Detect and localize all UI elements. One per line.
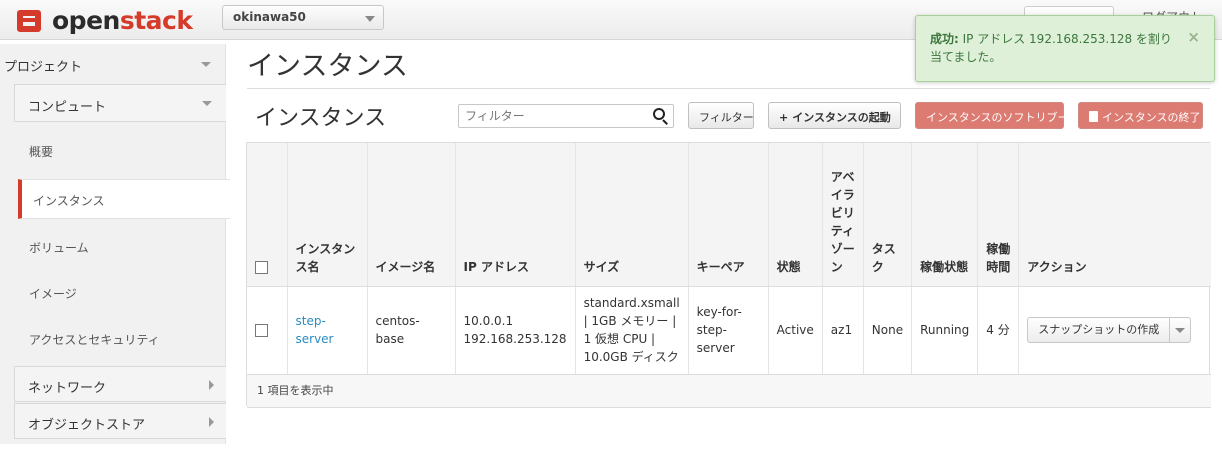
sidebar-item-volumes[interactable]: ボリューム: [14, 227, 226, 267]
sidebar-item-images[interactable]: イメージ: [14, 273, 226, 313]
sidebar-compute-label: コンピュート: [28, 100, 107, 115]
chevron-down-icon: [202, 101, 212, 106]
column-header-size[interactable]: サイズ: [575, 143, 689, 287]
filter-input[interactable]: [458, 104, 674, 128]
project-selector-label: okinawa50: [233, 10, 306, 24]
launch-instance-button[interactable]: + インスタンスの起動: [768, 102, 901, 129]
sidebar-item-label: イメージ: [29, 287, 77, 301]
sidebar: プロジェクト コンピュート 概要 インスタンス ボリューム イメージ アクセスと…: [0, 44, 230, 444]
sidebar-compute-header[interactable]: コンピュート: [14, 84, 226, 122]
task-cell: None: [863, 286, 913, 375]
logo-text-open: open: [52, 5, 120, 35]
logo-text: openstack: [52, 5, 193, 35]
launch-instance-label: インスタンスの起動: [792, 111, 891, 124]
ip-address-fixed: 10.0.0.1: [463, 314, 514, 328]
actions-cell: スナップショットの作成: [1018, 286, 1211, 375]
chevron-right-icon: [209, 380, 214, 390]
sidebar-item-overview[interactable]: 概要: [14, 131, 226, 171]
column-header-az[interactable]: アベイラビリティゾーン: [822, 143, 864, 287]
instance-name-link[interactable]: step-server: [296, 314, 334, 346]
sidebar-network-header[interactable]: ネットワーク: [14, 366, 226, 402]
chevron-right-icon: [209, 417, 214, 427]
instance-name-cell: step-server: [287, 286, 368, 375]
sidebar-item-label: インスタンス: [33, 194, 105, 208]
column-header-power[interactable]: 稼働状態: [911, 143, 979, 287]
success-alert: 成功: IP アドレス 192.168.253.128 を割り当てました。 ×: [915, 15, 1215, 82]
logo-text-stack: stack: [119, 5, 193, 35]
sidebar-item-instances[interactable]: インスタンス: [18, 179, 230, 219]
image-name-cell: centos-base: [367, 286, 456, 375]
item-count: 1 項目を表示中: [247, 374, 1211, 408]
table-row: step-server centos-base 10.0.0.1 192.168.…: [247, 286, 1211, 375]
plus-icon: +: [779, 111, 789, 124]
ip-address-floating: 192.168.253.128: [463, 332, 567, 346]
sidebar-item-label: 概要: [29, 145, 54, 159]
column-header-actions: アクション: [1018, 143, 1211, 287]
soft-reboot-label: インスタンスのソフトリブート: [926, 111, 1080, 124]
sidebar-item-label: ボリューム: [29, 241, 89, 255]
table-footer-row: 1 項目を表示中: [247, 374, 1211, 408]
sidebar-item-label: アクセスとセキュリティ: [29, 333, 160, 347]
column-header-image[interactable]: イメージ名: [367, 143, 456, 287]
select-all-checkbox[interactable]: [255, 260, 268, 274]
sidebar-item-access-security[interactable]: アクセスとセキュリティ: [14, 319, 226, 359]
sidebar-object-store-label: オブジェクトストア: [28, 418, 146, 433]
terminate-instance-label: インスタンスの終了: [1102, 111, 1201, 124]
row-checkbox[interactable]: [255, 324, 268, 337]
az-cell: az1: [822, 286, 864, 375]
filter-button[interactable]: フィルター: [688, 102, 754, 129]
sidebar-project-header[interactable]: プロジェクト: [0, 44, 226, 84]
title-divider: [247, 88, 1210, 89]
chevron-down-icon: [201, 62, 211, 67]
table-title: インスタンス: [255, 106, 387, 131]
chevron-down-icon: [365, 16, 375, 22]
power-state-cell: Running: [911, 286, 979, 375]
column-header-task[interactable]: タスク: [863, 143, 913, 287]
row-select-cell: [247, 286, 288, 375]
column-header-keypair[interactable]: キーペア: [688, 143, 769, 287]
column-header-ip[interactable]: IP アドレス: [455, 143, 576, 287]
column-header-name[interactable]: インスタンス名: [287, 143, 368, 287]
create-snapshot-button-group: スナップショットの作成: [1027, 317, 1192, 343]
instances-table: インスタンス名 イメージ名 IP アドレス サイズ キーペア 状態 アベイラビリ…: [246, 142, 1211, 408]
page-title: インスタンス: [247, 51, 408, 82]
actions-dropdown-toggle[interactable]: [1170, 318, 1190, 342]
sidebar-network-label: ネットワーク: [28, 381, 107, 396]
project-selector[interactable]: okinawa50: [222, 5, 384, 30]
soft-reboot-button[interactable]: インスタンスのソフトリブート: [915, 102, 1080, 129]
ip-address-cell: 10.0.0.1 192.168.253.128: [455, 286, 576, 375]
status-cell: Active: [768, 286, 823, 375]
sidebar-project-label: プロジェクト: [4, 60, 83, 75]
close-icon[interactable]: ×: [1187, 28, 1200, 46]
search-icon[interactable]: [653, 108, 669, 125]
column-header-uptime[interactable]: 稼働時間: [977, 143, 1020, 287]
size-cell: standard.xsmall | 1GB メモリー | 1 仮想 CPU | …: [575, 286, 689, 375]
table-header-row: インスタンス名 イメージ名 IP アドレス サイズ キーペア 状態 アベイラビリ…: [247, 143, 1211, 287]
sidebar-object-store-header[interactable]: オブジェクトストア: [14, 403, 226, 439]
create-snapshot-button[interactable]: スナップショットの作成: [1028, 318, 1171, 342]
keypair-cell: key-for-step-server: [688, 286, 769, 375]
uptime-cell: 4 分: [977, 286, 1020, 375]
column-header-status[interactable]: 状態: [768, 143, 823, 287]
filter-button-label: フィルター: [699, 111, 754, 124]
openstack-logo-icon: [14, 5, 48, 35]
terminate-instance-button[interactable]: インスタンスの終了: [1078, 102, 1203, 129]
trash-icon: [1089, 111, 1098, 122]
openstack-logo[interactable]: openstack: [14, 5, 193, 35]
select-all-header: [247, 143, 288, 287]
alert-message: IP アドレス 192.168.253.128 を割り当てました。: [930, 32, 1172, 64]
alert-title: 成功:: [930, 32, 959, 46]
